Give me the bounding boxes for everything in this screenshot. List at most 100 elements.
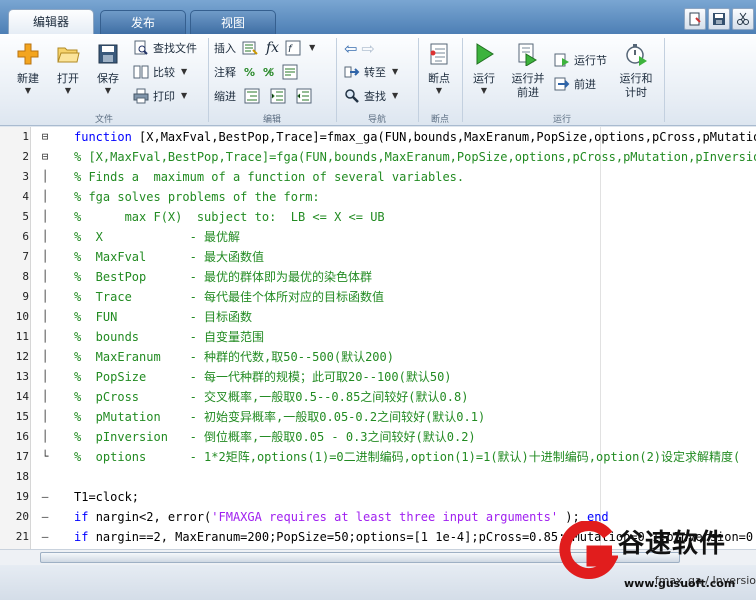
code-line[interactable]: % X - 最优解 bbox=[74, 227, 756, 247]
ribbon-toolbar: 新建 ▼ 打开 ▼ 保存 ▼ 查找文件 比较 ▼ 打印 ▼ 文件 插入 fx f… bbox=[0, 34, 756, 126]
fold-marker: └ bbox=[41, 450, 49, 463]
save-disk-icon bbox=[98, 44, 118, 64]
goto-arrow-icon bbox=[344, 66, 360, 78]
decrease-indent-icon[interactable] bbox=[296, 88, 312, 104]
code-line[interactable]: % PopSize - 每一代种群的规模；此可取20--100(默认50) bbox=[74, 367, 756, 387]
fold-marker[interactable]: ⊟ bbox=[31, 147, 59, 167]
code-line[interactable]: % Finds a maximum of a function of sever… bbox=[74, 167, 756, 187]
breakpoints-button[interactable]: 断点 ▼ bbox=[420, 38, 458, 96]
line-number: 15 bbox=[15, 410, 29, 423]
advance-button[interactable]: 前进 bbox=[554, 74, 596, 94]
open-button[interactable]: 打开 ▼ bbox=[48, 38, 88, 96]
code-line[interactable]: % fga solves problems of the form: bbox=[74, 187, 756, 207]
wrap-comments-icon[interactable] bbox=[282, 64, 298, 80]
code-token: T1=clock; bbox=[74, 490, 140, 504]
code-line[interactable]: function [X,MaxFval,BestPop,Trace]=fmax_… bbox=[74, 127, 756, 147]
code-line[interactable]: % max F(X) subject to: LB <= X <= UB bbox=[74, 207, 756, 227]
print-dropdown-caret: ▼ bbox=[181, 91, 188, 100]
code-token: if bbox=[74, 530, 96, 544]
insert-button[interactable]: 插入 fx f ▼ bbox=[214, 38, 315, 58]
code-line[interactable]: % [X,MaxFval,BestPop,Trace]=fga(FUN,boun… bbox=[74, 147, 756, 167]
insert-function-icon[interactable]: fx bbox=[266, 40, 279, 56]
watermark-url-text: www.gusuoft.com bbox=[624, 577, 736, 590]
save-button[interactable]: 保存 ▼ bbox=[88, 38, 128, 96]
code-line[interactable]: % BestPop - 最优的群体即为最优的染色体群 bbox=[74, 267, 756, 287]
comment-button[interactable]: 注释 % %̸ bbox=[214, 62, 302, 82]
fold-marker[interactable]: ⊟ bbox=[31, 127, 59, 147]
comment-percent-icon[interactable]: % bbox=[244, 66, 255, 79]
code-token: % options - 1*2矩阵,options(1)=0二进制编码,opti… bbox=[74, 450, 741, 464]
tab-editor[interactable]: 编辑器 bbox=[8, 9, 94, 34]
find-dropdown-caret: ▼ bbox=[392, 91, 399, 100]
fold-marker: │ bbox=[41, 310, 49, 323]
compare-dropdown-caret: ▼ bbox=[181, 67, 188, 76]
forward-arrow-icon[interactable]: ⇨ bbox=[361, 39, 374, 58]
find-button[interactable]: 查找 ▼ bbox=[344, 86, 398, 106]
new-button[interactable]: 新建 ▼ bbox=[8, 38, 48, 96]
save-quick-icon[interactable] bbox=[708, 8, 730, 30]
printer-icon bbox=[133, 88, 149, 104]
find-label: 查找 bbox=[364, 90, 386, 103]
code-line[interactable]: % bounds - 自变量范围 bbox=[74, 327, 756, 347]
find-file-button[interactable]: 查找文件 bbox=[133, 38, 197, 58]
compare-button[interactable]: 比较 ▼ bbox=[133, 62, 187, 82]
run-section-button[interactable]: 运行节 bbox=[554, 50, 607, 70]
goto-button[interactable]: 转至 ▼ bbox=[344, 62, 398, 82]
new-file-quick-icon[interactable] bbox=[684, 8, 706, 30]
fold-marker: │ bbox=[41, 350, 49, 363]
back-arrow-icon[interactable]: ⇦ bbox=[344, 39, 357, 58]
run-button[interactable]: 运行 ▼ bbox=[464, 38, 504, 96]
uncomment-percent-icon[interactable]: %̸ bbox=[263, 66, 274, 79]
fold-marker: │ bbox=[41, 270, 49, 283]
tab-view[interactable]: 视图 bbox=[190, 10, 276, 34]
code-line[interactable]: T1=clock; bbox=[74, 487, 756, 507]
line-number: 18 bbox=[15, 470, 29, 483]
group-label-edit: 编辑 bbox=[262, 115, 281, 125]
run-time-stopwatch-icon bbox=[626, 44, 647, 66]
ribbon-separator bbox=[208, 38, 209, 122]
run-play-icon bbox=[476, 43, 494, 65]
indent-button[interactable]: 缩进 bbox=[214, 86, 316, 106]
quick-access-toolbar bbox=[684, 8, 756, 30]
code-line[interactable]: % pCross - 交叉概率,一般取0.5--0.85之间较好(默认0.8) bbox=[74, 387, 756, 407]
code-line[interactable]: % FUN - 目标函数 bbox=[74, 307, 756, 327]
code-line[interactable]: % Trace - 每代最佳个体所对应的目标函数值 bbox=[74, 287, 756, 307]
ribbon-separator bbox=[336, 38, 337, 122]
run-and-advance-button[interactable]: 运行并 前进 bbox=[506, 38, 550, 100]
increase-indent-icon[interactable] bbox=[270, 88, 286, 104]
matlab-editor-window: 编辑器 发布 视图 新建 ▼ 打开 ▼ 保存 ▼ 查找文件 比较 ▼ 打印 ▼ … bbox=[0, 0, 756, 600]
cut-quick-icon[interactable] bbox=[732, 8, 754, 30]
run-time-label-1: 运行和 bbox=[619, 72, 653, 85]
line-number: 1 bbox=[22, 130, 29, 143]
tab-publish[interactable]: 发布 bbox=[100, 10, 186, 34]
code-line[interactable]: % options - 1*2矩阵,options(1)=0二进制编码,opti… bbox=[74, 447, 756, 467]
run-dropdown-caret: ▼ bbox=[480, 86, 488, 95]
new-label: 新建 bbox=[17, 72, 39, 85]
run-and-time-button[interactable]: 运行和 计时 bbox=[614, 38, 658, 100]
line-number: 3 bbox=[22, 170, 29, 183]
print-button[interactable]: 打印 ▼ bbox=[133, 86, 187, 106]
code-line[interactable] bbox=[74, 467, 756, 487]
run-advance-label-1: 运行并 bbox=[511, 72, 545, 85]
line-number: 19 bbox=[15, 490, 29, 503]
code-line[interactable]: % pMutation - 初始变异概率,一般取0.05-0.2之间较好(默认0… bbox=[74, 407, 756, 427]
group-label-file: 文件 bbox=[94, 115, 113, 125]
ribbon-separator bbox=[664, 38, 665, 122]
code-token: % Finds a maximum of a function of sever… bbox=[74, 170, 465, 184]
code-token: nargin<2, error( bbox=[95, 510, 212, 524]
code-token: % MaxEranum - 种群的代数,取50--500(默认200) bbox=[74, 350, 394, 364]
line-number: 11 bbox=[15, 330, 29, 343]
code-line[interactable]: % pInversion - 倒位概率,一般取0.05 - 0.3之间较好(默认… bbox=[74, 427, 756, 447]
smart-indent-icon[interactable] bbox=[244, 88, 260, 104]
code-token: [X,MaxFval,BestPop,Trace]=fmax_ga(FUN,bo… bbox=[139, 130, 756, 144]
compare-icon bbox=[133, 65, 149, 79]
code-editor[interactable]: 1 ⊟ function [X,MaxFval,BestPop,Trace]=fma… bbox=[0, 127, 756, 549]
goto-dropdown-caret: ▼ bbox=[392, 67, 399, 76]
code-line[interactable]: % MaxEranum - 种群的代数,取50--500(默认200) bbox=[74, 347, 756, 367]
run-section-label: 运行节 bbox=[574, 54, 607, 67]
insert-section-icon bbox=[242, 41, 258, 55]
run-label: 运行 bbox=[473, 72, 495, 85]
code-line[interactable]: % MaxFval - 最大函数值 bbox=[74, 247, 756, 267]
save-dropdown-caret: ▼ bbox=[104, 86, 112, 95]
code-token: if bbox=[74, 510, 96, 524]
